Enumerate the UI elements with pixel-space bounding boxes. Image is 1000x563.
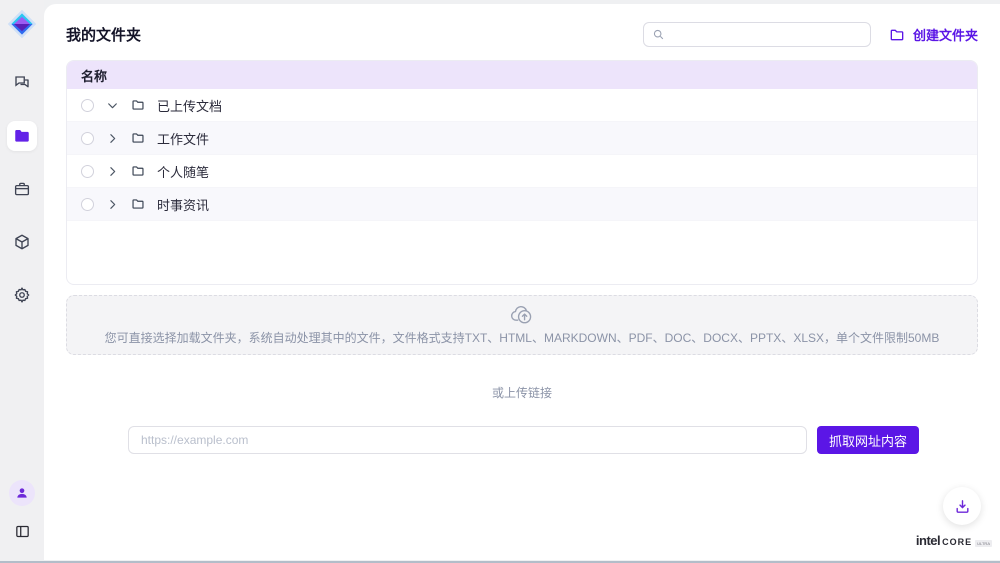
create-folder-button[interactable]: 创建文件夹 bbox=[889, 25, 978, 44]
chevron-down-icon[interactable] bbox=[106, 99, 119, 112]
intel-badge: ultra bbox=[975, 540, 992, 547]
sidebar-item-workspace[interactable] bbox=[7, 174, 37, 204]
search-input[interactable] bbox=[671, 28, 862, 42]
person-icon bbox=[15, 486, 29, 500]
user-avatar[interactable] bbox=[9, 480, 35, 506]
sidebar bbox=[0, 0, 44, 560]
folder-row[interactable]: 工作文件 bbox=[67, 122, 977, 155]
folder-name: 个人随笔 bbox=[157, 162, 209, 181]
url-input[interactable] bbox=[128, 426, 807, 454]
search-box[interactable] bbox=[643, 22, 871, 47]
folder-row[interactable]: 已上传文档 bbox=[67, 89, 977, 122]
sidebar-item-folders[interactable] bbox=[7, 121, 37, 151]
download-fab-button[interactable] bbox=[943, 487, 981, 525]
folder-row[interactable]: 时事资讯 bbox=[67, 188, 977, 221]
gear-icon bbox=[13, 286, 31, 304]
table-header-name: 名称 bbox=[67, 61, 977, 89]
main-content: 我的文件夹 创建文件夹 名称 bbox=[44, 4, 1000, 560]
folder-name: 工作文件 bbox=[157, 129, 209, 148]
download-icon bbox=[954, 498, 971, 515]
page-header: 我的文件夹 创建文件夹 bbox=[66, 22, 978, 47]
intel-core-logo: intel core ultra bbox=[916, 533, 992, 548]
folders-table: 名称 已上传文档 工作文件 bbox=[66, 60, 978, 285]
cube-icon bbox=[13, 233, 31, 251]
page-title: 我的文件夹 bbox=[66, 24, 141, 45]
or-upload-link-label: 或上传链接 bbox=[66, 384, 978, 401]
sidebar-item-chat[interactable] bbox=[7, 68, 37, 98]
upload-dropzone[interactable]: 您可直接选择加载文件夹，系统自动处理其中的文件，文件格式支持TXT、HTML、M… bbox=[66, 295, 978, 355]
folder-name: 时事资讯 bbox=[157, 195, 209, 214]
briefcase-icon bbox=[13, 180, 31, 198]
upload-hint-text: 您可直接选择加载文件夹，系统自动处理其中的文件，文件格式支持TXT、HTML、M… bbox=[105, 329, 940, 346]
folder-icon bbox=[131, 98, 145, 112]
fetch-url-button[interactable]: 抓取网址内容 bbox=[817, 426, 919, 454]
chevron-right-icon[interactable] bbox=[106, 198, 119, 211]
chat-icon bbox=[13, 74, 31, 92]
app-logo-icon[interactable] bbox=[6, 8, 38, 40]
sidebar-item-models[interactable] bbox=[7, 227, 37, 257]
chevron-right-icon[interactable] bbox=[106, 132, 119, 145]
row-checkbox[interactable] bbox=[81, 165, 94, 178]
folder-icon bbox=[131, 197, 145, 211]
folder-name: 已上传文档 bbox=[157, 96, 222, 115]
folder-icon bbox=[131, 164, 145, 178]
sidebar-item-settings[interactable] bbox=[7, 280, 37, 310]
collapse-sidebar-button[interactable] bbox=[7, 516, 37, 546]
folder-outline-icon bbox=[889, 27, 905, 43]
row-checkbox[interactable] bbox=[81, 132, 94, 145]
row-checkbox[interactable] bbox=[81, 198, 94, 211]
folder-icon bbox=[131, 131, 145, 145]
folder-row[interactable]: 个人随笔 bbox=[67, 155, 977, 188]
search-icon bbox=[652, 28, 665, 41]
folder-filled-icon bbox=[13, 127, 31, 145]
url-upload-row: 抓取网址内容 bbox=[128, 426, 919, 454]
chevron-right-icon[interactable] bbox=[106, 165, 119, 178]
cloud-upload-icon bbox=[510, 304, 534, 326]
row-checkbox[interactable] bbox=[81, 99, 94, 112]
panel-layout-icon bbox=[14, 523, 31, 540]
